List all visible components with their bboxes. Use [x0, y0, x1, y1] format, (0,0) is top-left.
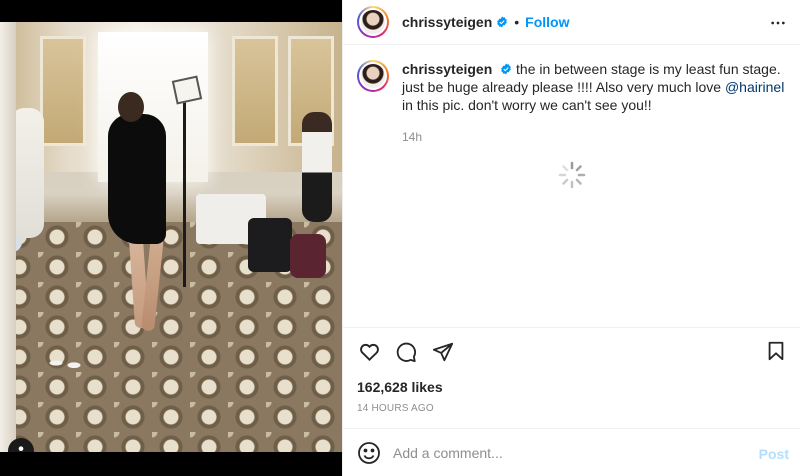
post-comment-button[interactable]: Post	[759, 446, 789, 462]
heart-icon[interactable]	[357, 340, 381, 364]
verified-badge-icon	[496, 16, 508, 28]
caption-body-end: in this pic. don't worry we can't see yo…	[402, 97, 652, 113]
share-icon[interactable]	[431, 340, 455, 364]
likes-count[interactable]: 162,628 likes	[357, 379, 443, 395]
action-bar	[343, 327, 800, 375]
comment-bar: Post	[343, 428, 800, 476]
separator-dot: •	[514, 14, 520, 30]
caption: chrissyteigen the in between stage is my…	[357, 60, 787, 114]
post-photo[interactable]	[0, 22, 342, 452]
caption-username[interactable]: chrissyteigen	[402, 61, 492, 77]
emoji-icon[interactable]	[357, 441, 381, 465]
bookmark-icon[interactable]	[765, 340, 789, 364]
caption-mention-link[interactable]: @hairinel	[725, 79, 784, 95]
follow-button[interactable]: Follow	[525, 14, 569, 30]
caption-avatar[interactable]	[357, 60, 389, 92]
header-username[interactable]: chrissyteigen	[402, 14, 492, 30]
post-date[interactable]: 14 HOURS AGO	[357, 403, 434, 414]
more-options-icon[interactable]	[769, 14, 787, 32]
comment-input[interactable]	[393, 444, 733, 461]
post-header: chrissyteigen • Follow	[343, 0, 800, 45]
caption-text: chrissyteigen the in between stage is my…	[402, 60, 787, 114]
post-side-panel: chrissyteigen • Follow chrissyteigen the…	[342, 0, 800, 476]
loading-spinner-icon	[557, 160, 587, 195]
post-modal: chrissyteigen • Follow chrissyteigen the…	[0, 0, 800, 476]
avatar[interactable]	[357, 6, 389, 38]
caption-timestamp[interactable]: 14h	[402, 130, 422, 144]
verified-badge-icon	[500, 63, 512, 75]
post-media	[0, 0, 342, 476]
comment-icon[interactable]	[394, 340, 418, 364]
